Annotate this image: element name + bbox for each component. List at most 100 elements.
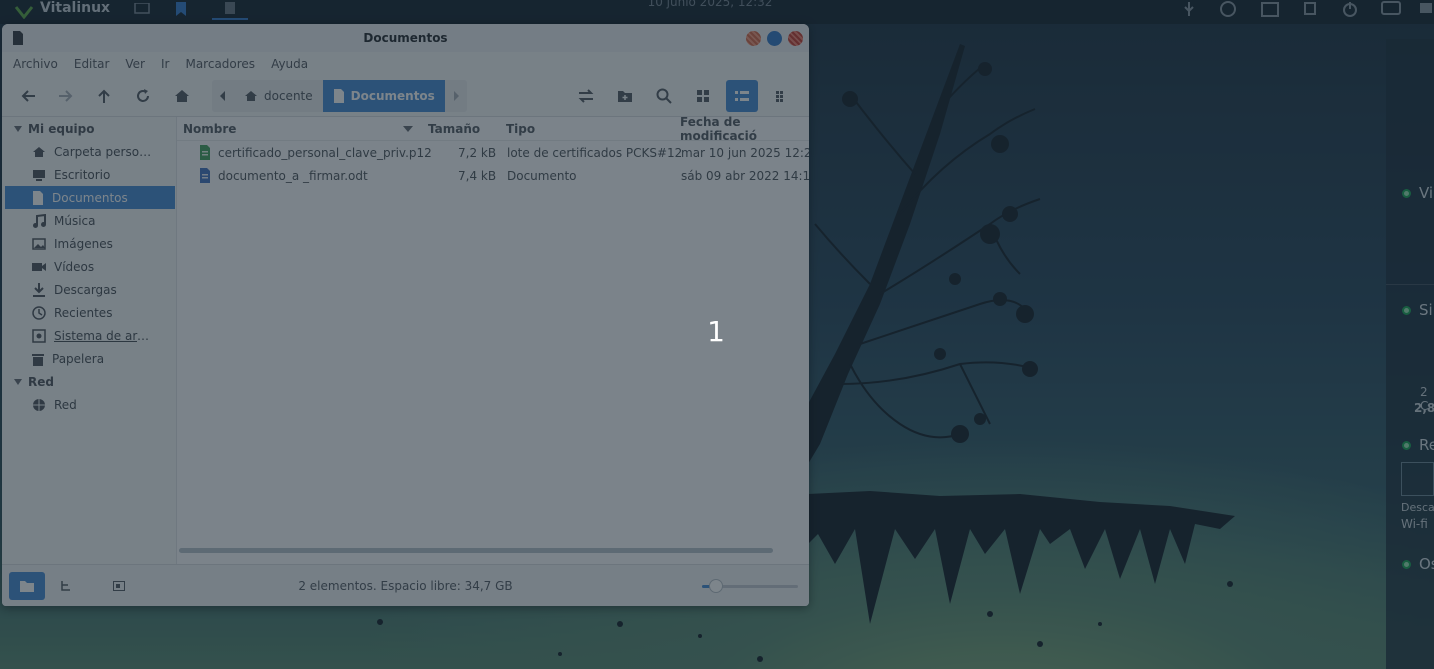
sidebar-item-carpeta-personal[interactable]: Carpeta personal (2, 140, 175, 163)
sidebar-item-label: Escritorio (54, 167, 111, 182)
file-type: lote de certificados PCKS#12 (507, 145, 683, 160)
download-icon (33, 282, 45, 297)
taskbar-file-manager[interactable] (212, 0, 248, 20)
breadcrumb-documentos[interactable]: Documentos (322, 80, 445, 112)
reload-icon (137, 89, 149, 102)
app-menu-button[interactable]: Vitalinux (14, 0, 110, 24)
horizontal-scrollbar[interactable] (179, 548, 773, 553)
column-tipo[interactable]: Tipo (506, 117, 535, 140)
widget-3[interactable]: Re (1402, 436, 1434, 454)
toggle-location-button[interactable] (570, 80, 602, 112)
menu-bar: Archivo Editar Ver Ir Marcadores Ayuda (2, 52, 809, 76)
minimize-button[interactable] (746, 31, 761, 46)
arrow-right-icon (59, 90, 73, 102)
sidebar-section-red[interactable]: Red (2, 370, 175, 393)
document-icon (13, 31, 23, 45)
menu-ver[interactable]: Ver (125, 57, 145, 71)
up-button[interactable] (88, 80, 120, 112)
new-folder-button[interactable] (609, 80, 641, 112)
location-toggle-icon (578, 89, 594, 103)
breadcrumb-back[interactable] (212, 80, 234, 112)
show-desktop-icon[interactable] (132, 0, 152, 18)
menu-marcadores[interactable]: Marcadores (185, 57, 255, 71)
sidebar-item-label: Música (54, 213, 96, 228)
file-manager-window: Documentos Archivo Editar Ver Ir Marcado… (2, 24, 809, 606)
sidebar-item-descargas[interactable]: Descargas (2, 278, 175, 301)
image-icon (32, 237, 46, 250)
status-dot-icon (1402, 559, 1411, 569)
clock[interactable]: 10 junio 2025, 12:32 (560, 0, 860, 9)
menu-ir[interactable]: Ir (161, 57, 169, 71)
status-text: 2 elementos. Espacio libre: 34,7 GB (298, 579, 513, 593)
forward-button[interactable] (50, 80, 82, 112)
power-icon[interactable] (1338, 0, 1362, 18)
reload-button[interactable] (127, 80, 159, 112)
user-menu-icon[interactable] (1418, 0, 1434, 18)
sidebar-section-mi-equipo[interactable]: Mi equipo (2, 117, 175, 140)
vitalinux-logo-icon (14, 6, 34, 19)
sidebar-item-musica[interactable]: Música (2, 209, 175, 232)
widget-2[interactable]: Si (1402, 301, 1433, 319)
network-icon (33, 398, 45, 411)
sidebar-item-label: Descargas (54, 282, 117, 297)
list-view-button[interactable] (726, 80, 758, 112)
notifications-icon[interactable] (1378, 0, 1404, 18)
toolbar: docente Documentos (2, 76, 809, 116)
widget-1[interactable]: Vi (1402, 184, 1433, 202)
zoom-slider[interactable] (702, 579, 798, 593)
update-icon[interactable] (1216, 0, 1240, 18)
close-button[interactable] (788, 31, 803, 46)
network-graph (1401, 462, 1434, 496)
document-icon (333, 89, 344, 103)
bookmark-icon[interactable] (170, 0, 192, 18)
breadcrumb-docente[interactable]: docente (234, 80, 323, 112)
sidebar-item-documentos[interactable]: Documentos (5, 186, 175, 209)
breadcrumb-forward[interactable] (445, 80, 467, 112)
chevron-right-icon (453, 91, 459, 101)
sidebar-item-label: Red (54, 397, 77, 412)
sidebar-item-sistema-de-archivos[interactable]: Sistema de archivos (2, 324, 175, 347)
title-bar[interactable]: Documentos (2, 24, 809, 52)
download-text: Desca (1401, 501, 1434, 514)
home-button[interactable] (166, 80, 198, 112)
column-nombre[interactable]: Nombre (183, 117, 423, 140)
network-status-icon[interactable] (1258, 0, 1282, 18)
system-monitor-panel: Vi Si 2 C 2,89 Re Desca Wi-fi Os (1386, 39, 1434, 669)
menu-archivo[interactable]: Archivo (13, 57, 58, 71)
sidebar-item-label: Papelera (52, 351, 105, 366)
compact-grid-icon (776, 91, 783, 102)
maximize-button[interactable] (767, 31, 782, 46)
file-name: documento_a _firmar.odt (218, 168, 368, 183)
file-row[interactable]: documento_a _firmar.odt 7,4 kB Documento… (177, 164, 809, 187)
new-folder-icon (618, 91, 632, 102)
cpu-value: 2,89 (1414, 401, 1434, 415)
icon-view-button[interactable] (687, 80, 719, 112)
text-document-icon (200, 168, 210, 183)
column-tamano[interactable]: Tamaño (428, 117, 480, 140)
file-size: 7,2 kB (458, 145, 497, 160)
sidebar-item-label: Carpeta personal (54, 144, 154, 159)
search-button[interactable] (648, 80, 680, 112)
zoom-slider-handle[interactable] (709, 579, 723, 593)
certificate-file-icon (200, 145, 210, 160)
arrow-left-icon (21, 90, 35, 102)
usb-icon[interactable] (1180, 0, 1198, 18)
section-label: Mi equipo (28, 121, 95, 136)
column-fecha[interactable]: Fecha de modificació (680, 115, 809, 143)
clipboard-icon[interactable] (1300, 0, 1320, 18)
menu-editar[interactable]: Editar (74, 57, 110, 71)
sidebar-item-papelera[interactable]: Papelera (2, 347, 175, 370)
menu-ayuda[interactable]: Ayuda (271, 57, 308, 71)
widget-4[interactable]: Os (1402, 555, 1434, 573)
list-icon (735, 91, 749, 101)
sidebar-item-recientes[interactable]: Recientes (2, 301, 175, 324)
sidebar-item-videos[interactable]: Vídeos (2, 255, 175, 278)
file-type: Documento (507, 168, 577, 183)
file-row[interactable]: certificado_personal_clave_priv.p12 7,2 … (177, 141, 809, 164)
compact-view-button[interactable] (765, 80, 797, 112)
back-button[interactable] (12, 80, 44, 112)
sidebar-item-imagenes[interactable]: Imágenes (2, 232, 175, 255)
sidebar-item-escritorio[interactable]: Escritorio (2, 163, 175, 186)
sidebar-item-red[interactable]: Red (2, 393, 175, 416)
trash-icon (32, 353, 44, 366)
